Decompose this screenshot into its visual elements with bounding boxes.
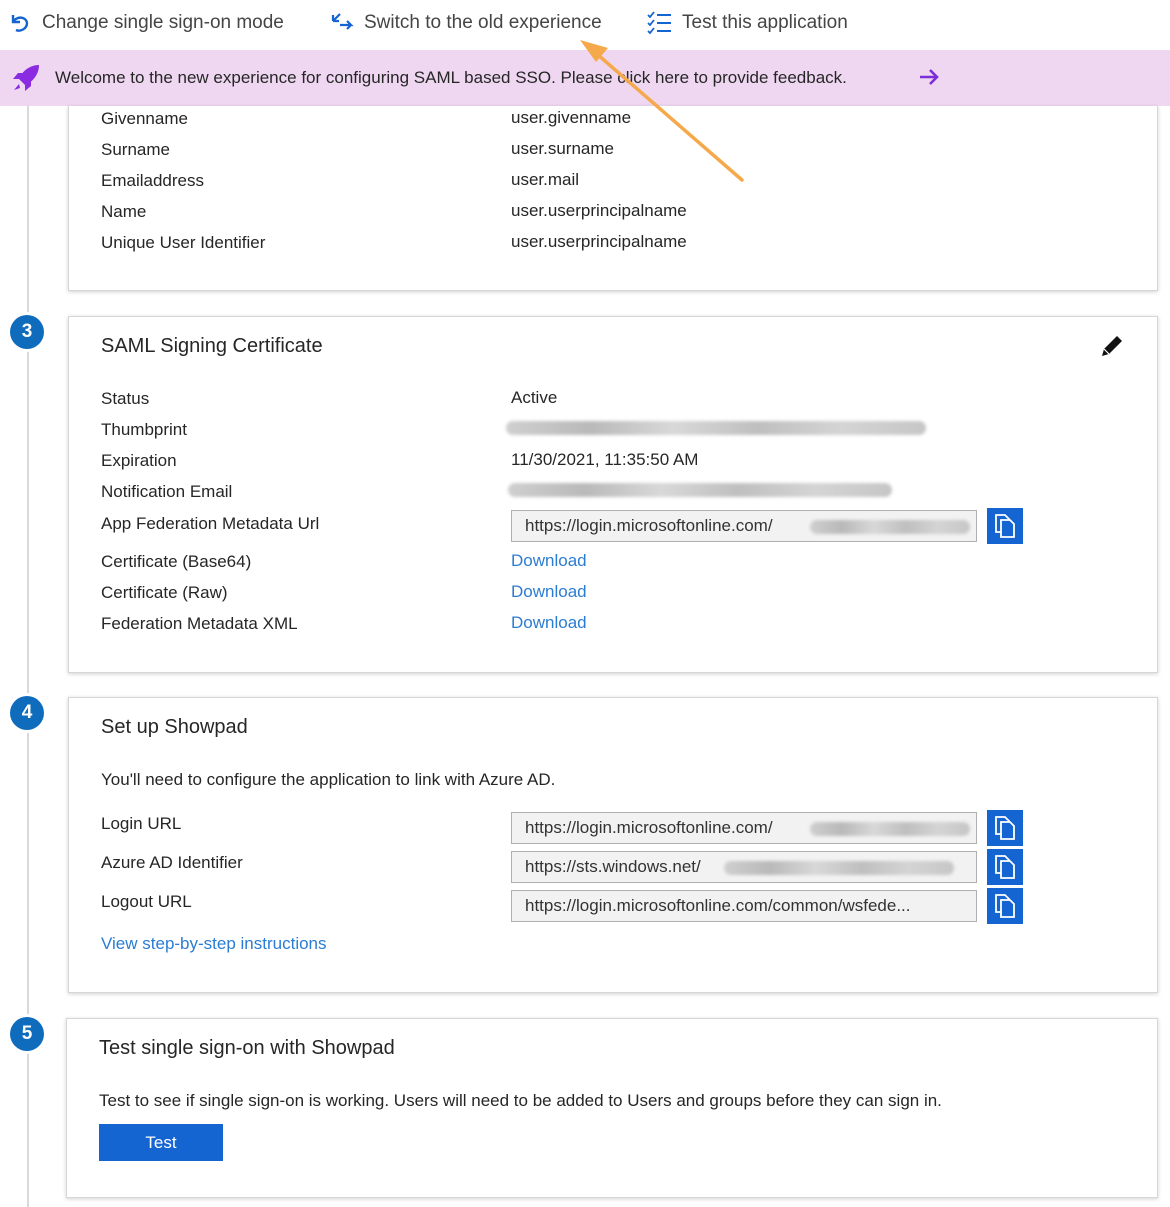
copy-icon: [995, 514, 1015, 538]
notification-email-redacted: [508, 483, 892, 497]
test-application-label: Test this application: [682, 12, 848, 33]
attribute-value: user.surname: [511, 139, 614, 158]
download-cert-base64-link[interactable]: Download: [511, 551, 587, 571]
card-title: Test single sign-on with Showpad: [99, 1037, 395, 1059]
login-url-label: Login URL: [101, 814, 182, 833]
user-attributes-card: [68, 106, 1158, 291]
copy-logout-url-button[interactable]: [987, 888, 1023, 924]
attribute-value: user.givenname: [511, 108, 632, 127]
copy-azure-ad-identifier-button[interactable]: [987, 849, 1023, 885]
checklist-icon: [647, 11, 671, 35]
attribute-value: user.mail: [511, 170, 580, 189]
download-cert-raw-link[interactable]: Download: [511, 582, 587, 602]
attribute-label: Emailaddress: [101, 171, 204, 190]
switch-old-experience-button[interactable]: Switch to the old experience: [330, 8, 602, 38]
step-number-3: 3: [10, 315, 44, 349]
edit-pencil-icon[interactable]: [1098, 332, 1126, 360]
setup-description: You'll need to configure the application…: [101, 770, 556, 789]
test-description: Test to see if single sign-on is working…: [99, 1091, 942, 1110]
change-sso-mode-label: Change single sign-on mode: [42, 12, 284, 33]
thumbprint-label: Thumbprint: [101, 420, 187, 439]
copy-metadata-url-button[interactable]: [987, 508, 1023, 544]
change-sso-mode-button[interactable]: Change single sign-on mode: [8, 8, 284, 38]
status-label: Status: [101, 389, 150, 408]
login-url-field[interactable]: https://login.microsoftonline.com/: [511, 812, 977, 844]
download-federation-metadata-link[interactable]: Download: [511, 613, 587, 633]
copy-login-url-button[interactable]: [987, 810, 1023, 846]
attribute-label: Unique User Identifier: [101, 233, 266, 252]
azure-ad-identifier-text: https://sts.windows.net/: [525, 857, 701, 876]
azure-ad-identifier-label: Azure AD Identifier: [101, 853, 243, 872]
test-button[interactable]: Test: [99, 1124, 223, 1161]
logout-url-field[interactable]: https://login.microsoftonline.com/common…: [511, 890, 977, 922]
copy-icon: [995, 894, 1015, 918]
switch-arrows-icon: [331, 13, 354, 30]
status-value: Active: [511, 388, 558, 407]
command-bar: Change single sign-on mode Switch to the…: [0, 0, 1170, 48]
feedback-banner[interactable]: Welcome to the new experience for config…: [0, 50, 1170, 106]
url-redacted: [724, 861, 954, 875]
federation-metadata-xml-label: Federation Metadata XML: [101, 614, 298, 633]
url-redacted: [810, 822, 970, 836]
rocket-icon: [13, 65, 39, 91]
logout-url-label: Logout URL: [101, 892, 192, 911]
feedback-banner-message[interactable]: Welcome to the new experience for config…: [55, 68, 847, 88]
test-application-button[interactable]: Test this application: [646, 8, 848, 38]
switch-old-experience-label: Switch to the old experience: [364, 12, 602, 33]
card-title: SAML Signing Certificate: [101, 335, 323, 357]
azure-ad-identifier-field[interactable]: https://sts.windows.net/: [511, 851, 977, 883]
expiration-value: 11/30/2021, 11:35:50 AM: [511, 450, 699, 469]
view-instructions-link[interactable]: View step-by-step instructions: [101, 934, 327, 954]
undo-icon: [11, 15, 29, 32]
attribute-label: Surname: [101, 140, 170, 159]
attribute-value: user.userprincipalname: [511, 201, 687, 220]
metadata-url-text: https://login.microsoftonline.com/: [525, 516, 773, 535]
card-title: Set up Showpad: [101, 716, 248, 738]
attribute-label: Name: [101, 202, 147, 221]
metadata-url-field[interactable]: https://login.microsoftonline.com/: [511, 510, 977, 542]
url-redacted: [810, 520, 970, 534]
notification-email-label: Notification Email: [101, 482, 233, 501]
logout-url-text: https://login.microsoftonline.com/common…: [525, 896, 911, 915]
copy-icon: [995, 855, 1015, 879]
step-number-5: 5: [10, 1017, 44, 1051]
attribute-value: user.userprincipalname: [511, 232, 687, 251]
arrow-right-icon[interactable]: [918, 66, 940, 88]
expiration-label: Expiration: [101, 451, 177, 470]
metadata-url-label: App Federation Metadata Url: [101, 514, 320, 533]
copy-icon: [995, 816, 1015, 840]
cert-raw-label: Certificate (Raw): [101, 583, 228, 602]
login-url-text: https://login.microsoftonline.com/: [525, 818, 773, 837]
step-number-4: 4: [10, 696, 44, 730]
attribute-label: Givenname: [101, 109, 188, 128]
cert-base64-label: Certificate (Base64): [101, 552, 252, 571]
thumbprint-redacted: [506, 421, 926, 435]
